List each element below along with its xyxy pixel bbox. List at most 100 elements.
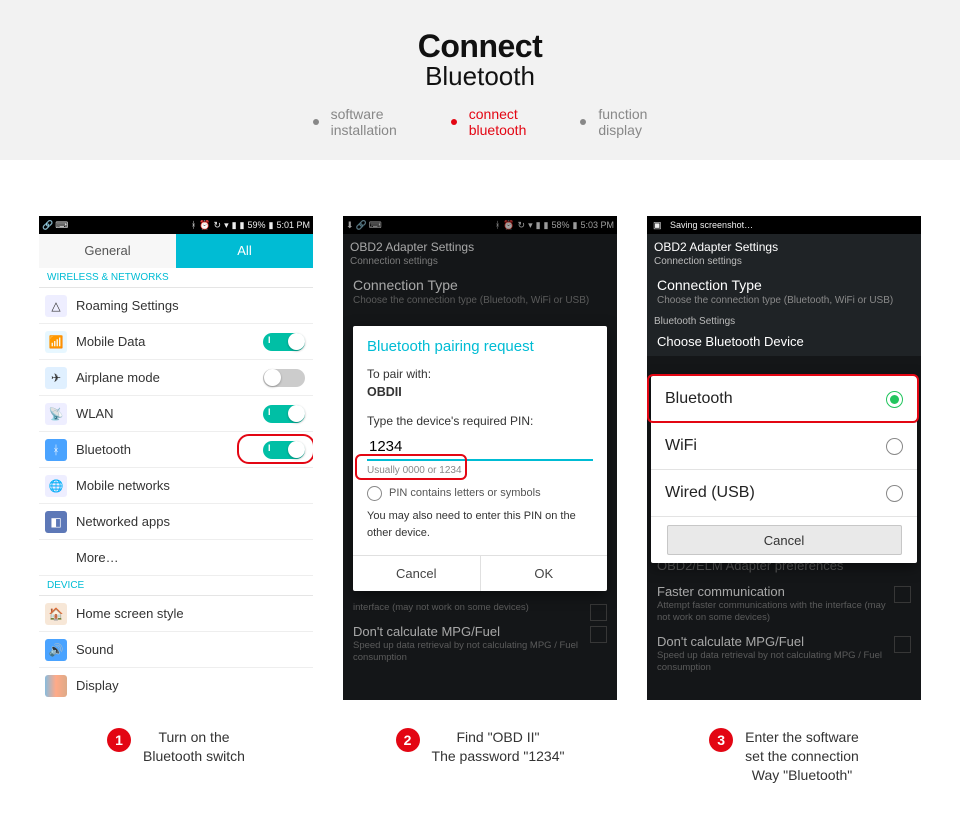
battery-icon: ▮ bbox=[269, 220, 274, 231]
caption-text: set the connection bbox=[745, 748, 859, 764]
spacer-icon bbox=[45, 547, 67, 569]
row-label: Mobile Data bbox=[76, 334, 145, 349]
row-home-screen[interactable]: 🏠 Home screen style bbox=[39, 596, 313, 632]
caption-1: 1 Turn on theBluetooth switch bbox=[39, 728, 313, 785]
caption-3: 3 Enter the software set the connection Wa… bbox=[647, 728, 921, 785]
option-wired-usb[interactable]: Wired (USB) bbox=[651, 470, 917, 517]
bluetooth-icon: ᚼ bbox=[191, 220, 196, 230]
tab-general[interactable]: General bbox=[39, 234, 176, 268]
pin-input[interactable] bbox=[367, 434, 593, 461]
option-label: Bluetooth bbox=[665, 390, 733, 408]
phone-screen-2: ⬇🔗⌨ ᚼ⏰↻▾▮▮ 58%▮ 5:03 PM OBD2 Adapter Set… bbox=[343, 216, 617, 700]
battery-pct: 59% bbox=[248, 220, 266, 230]
status-message: Saving screenshot… bbox=[670, 220, 753, 230]
row-label: Mobile networks bbox=[76, 478, 170, 493]
caption-text: Bluetooth switch bbox=[143, 748, 245, 764]
toggle-airplane[interactable] bbox=[263, 369, 305, 387]
pin-hint: Usually 0000 or 1234 bbox=[367, 463, 593, 478]
toggle-bluetooth[interactable]: I bbox=[263, 441, 305, 459]
airplane-icon: ✈ bbox=[45, 367, 67, 389]
mobile-net-icon: 🌐 bbox=[45, 475, 67, 497]
modal-note: You may also need to enter this PIN on t… bbox=[367, 508, 593, 541]
crumb-dot-icon bbox=[313, 119, 319, 125]
row-choose-bt-device[interactable]: Choose Bluetooth Device bbox=[647, 332, 921, 358]
save-icon: ▣ bbox=[653, 220, 662, 231]
radio-icon bbox=[886, 485, 903, 502]
row-label: Networked apps bbox=[76, 514, 170, 529]
row-more[interactable]: More… bbox=[39, 540, 313, 576]
home-icon: 🏠 bbox=[45, 603, 67, 625]
row-label: Airplane mode bbox=[76, 370, 160, 385]
row-label: Roaming Settings bbox=[76, 298, 179, 313]
row-label: Sound bbox=[76, 642, 114, 657]
cancel-button[interactable]: Cancel bbox=[667, 525, 902, 555]
settings-list: WIRELESS & NETWORKS △ Roaming Settings 📶 M… bbox=[39, 268, 313, 700]
caption-text: Find "OBD II" bbox=[456, 729, 539, 745]
row-label: Bluetooth bbox=[76, 442, 131, 457]
pair-device-name: OBDII bbox=[367, 385, 402, 399]
modal-title: Bluetooth pairing request bbox=[353, 326, 607, 365]
crumb-software[interactable]: softwareinstallation bbox=[313, 106, 397, 138]
keyboard-icon: ⌨ bbox=[55, 220, 68, 231]
hero-title-1: Connect bbox=[0, 28, 960, 65]
section-wireless: WIRELESS & NETWORKS bbox=[39, 268, 313, 288]
roaming-icon: △ bbox=[45, 295, 67, 317]
sim-icon: ▮ bbox=[232, 220, 237, 231]
cancel-button[interactable]: Cancel bbox=[353, 556, 480, 591]
row-label: Home screen style bbox=[76, 606, 184, 621]
wlan-icon: 📡 bbox=[45, 403, 67, 425]
mobile-data-icon: 📶 bbox=[45, 331, 67, 353]
sync-icon: ↻ bbox=[214, 220, 222, 231]
status-bar: 🔗⌨ ᚼ⏰↻▾▮▮ 59%▮ 5:01 PM bbox=[39, 216, 313, 234]
alarm-icon: ⏰ bbox=[199, 220, 210, 231]
step-badge: 1 bbox=[107, 728, 131, 752]
wifi-icon: ▾ bbox=[224, 220, 229, 231]
caption-2: 2 Find "OBD II"The password "1234" bbox=[343, 728, 617, 785]
row-mobile-networks[interactable]: 🌐 Mobile networks bbox=[39, 468, 313, 504]
checkbox-label: PIN contains letters or symbols bbox=[389, 485, 541, 502]
toggle-wlan[interactable]: I bbox=[263, 405, 305, 423]
option-bluetooth[interactable]: Bluetooth bbox=[651, 376, 917, 423]
option-wifi[interactable]: WiFi bbox=[651, 423, 917, 470]
caption-text: Enter the software bbox=[745, 729, 859, 745]
pairing-modal: Bluetooth pairing request To pair with: … bbox=[353, 326, 607, 591]
status-time: 5:01 PM bbox=[276, 220, 310, 230]
hero-title-2: Bluetooth bbox=[0, 61, 960, 92]
row-mobile-data[interactable]: 📶 Mobile Data I bbox=[39, 324, 313, 360]
captions-row: 1 Turn on theBluetooth switch 2 Find "OB… bbox=[0, 718, 960, 825]
display-icon bbox=[45, 675, 67, 697]
radio-icon bbox=[886, 438, 903, 455]
row-roaming[interactable]: △ Roaming Settings bbox=[39, 288, 313, 324]
row-networked-apps[interactable]: ◧ Networked apps bbox=[39, 504, 313, 540]
crumb-label: display bbox=[598, 122, 642, 138]
phone-screen-3: ▣ Saving screenshot… OBD2 Adapter Settin… bbox=[647, 216, 921, 700]
row-connection-type[interactable]: Connection Type Choose the connection ty… bbox=[647, 272, 921, 312]
row-wlan[interactable]: 📡WLANI bbox=[39, 396, 313, 432]
tab-all[interactable]: All bbox=[176, 234, 313, 268]
caption-text: Way "Bluetooth" bbox=[752, 767, 852, 783]
toggle-mobile-data[interactable]: I bbox=[263, 333, 305, 351]
caption-text: The password "1234" bbox=[432, 748, 565, 764]
ok-button[interactable]: OK bbox=[480, 556, 608, 591]
crumb-label: bluetooth bbox=[469, 122, 527, 138]
panel-row: 🔗⌨ ᚼ⏰↻▾▮▮ 59%▮ 5:01 PM General All WIREL… bbox=[0, 160, 960, 718]
crumb-function[interactable]: functiondisplay bbox=[580, 106, 647, 138]
bluetooth-row-icon: ᚼ bbox=[45, 439, 67, 461]
row-display[interactable]: Display bbox=[39, 668, 313, 700]
option-label: WiFi bbox=[665, 437, 697, 455]
step-badge: 3 bbox=[709, 728, 733, 752]
panel-3: ▣ Saving screenshot… OBD2 Adapter Settin… bbox=[647, 216, 921, 700]
row-label: More… bbox=[76, 550, 119, 565]
crumb-connect[interactable]: connectbluetooth bbox=[451, 106, 527, 138]
row-airplane[interactable]: ✈ Airplane mode bbox=[39, 360, 313, 396]
apps-icon: ◧ bbox=[45, 511, 67, 533]
crumb-label: connect bbox=[469, 106, 518, 122]
pin-label: Type the device's required PIN: bbox=[367, 412, 593, 430]
panel-1: 🔗⌨ ᚼ⏰↻▾▮▮ 59%▮ 5:01 PM General All WIREL… bbox=[39, 216, 313, 700]
option-label: Wired (USB) bbox=[665, 484, 755, 502]
section-device: DEVICE bbox=[39, 576, 313, 596]
row-bluetooth[interactable]: ᚼ Bluetooth I bbox=[39, 432, 313, 468]
pin-letters-checkbox-row[interactable]: PIN contains letters or symbols bbox=[367, 485, 593, 502]
row-sound[interactable]: 🔊Sound bbox=[39, 632, 313, 668]
hero-banner: Connect Bluetooth softwareinstallation c… bbox=[0, 0, 960, 160]
